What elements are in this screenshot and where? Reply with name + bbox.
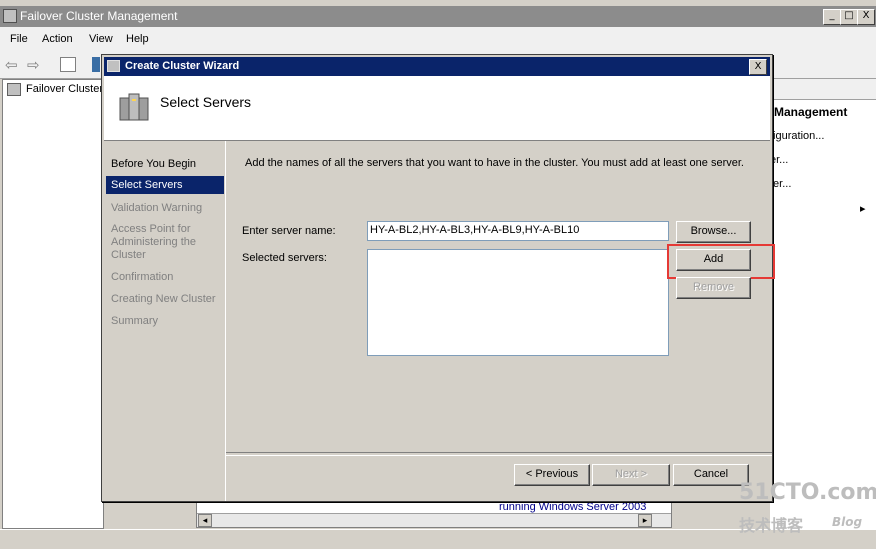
create-cluster-wizard: Create Cluster Wizard X Select Servers B… [101, 54, 775, 502]
selected-servers-list[interactable] [367, 249, 669, 356]
scroll-left-icon[interactable]: ◂ [198, 514, 212, 527]
wizard-page-heading: Select Servers [160, 94, 252, 110]
server-name-label: Enter server name: [242, 225, 336, 237]
tree-item-failover-cluster[interactable]: Failover Cluster [26, 83, 103, 95]
back-arrow-icon[interactable]: ⇦ [5, 56, 18, 74]
scroll-right-icon[interactable]: ▸ [638, 514, 652, 527]
step-confirmation: Confirmation [111, 271, 174, 283]
previous-button[interactable]: < Previous [514, 464, 590, 486]
wizard-close-button[interactable]: X [749, 59, 767, 75]
action-item-3[interactable]: ter... [770, 178, 791, 190]
center-pane-bottom: running Windows Server 2003 ◂ ▸ [196, 500, 672, 528]
step-access-point: Access Point for Administering the Clust… [111, 223, 196, 261]
horizontal-scrollbar[interactable]: ◂ ▸ [197, 513, 671, 527]
minimize-button[interactable]: _ [823, 9, 841, 25]
toolbar-icon-partial[interactable] [92, 57, 100, 72]
cluster-tree-icon [7, 83, 21, 96]
step-select-servers[interactable]: Select Servers [106, 176, 224, 194]
step-summary: Summary [111, 315, 159, 327]
main-window-title: Failover Cluster Management [20, 9, 178, 23]
selected-servers-label: Selected servers: [242, 252, 327, 264]
server-name-input[interactable]: HY-A-BL2,HY-A-BL3,HY-A-BL9,HY-A-BL10 [367, 221, 669, 241]
actions-pane-header-strip [770, 79, 876, 100]
menu-file[interactable]: File [10, 33, 28, 45]
next-button[interactable]: Next > [592, 464, 670, 486]
step-before-you-begin[interactable]: Before You Begin [106, 158, 224, 171]
cancel-button[interactable]: Cancel [673, 464, 749, 486]
maximize-button[interactable]: □ [840, 9, 858, 25]
add-button-highlight [667, 244, 775, 279]
watermark-blog: Blog [832, 515, 863, 529]
action-configuration[interactable]: figuration... [770, 130, 824, 142]
actions-header: Management [774, 105, 848, 119]
servers-icon [118, 90, 150, 124]
forward-arrow-icon[interactable]: ⇨ [27, 56, 40, 74]
console-tree: Failover Cluster [2, 79, 104, 529]
cluster-app-icon [3, 9, 17, 23]
main-title-bar: Failover Cluster Management _ □ X [0, 6, 876, 27]
browse-button[interactable]: Browse... [676, 221, 751, 243]
menu-action[interactable]: Action [42, 33, 73, 45]
footer-separator [226, 452, 772, 456]
watermark-tech-blog: 技术博客 [739, 516, 804, 535]
wizard-title-icon [107, 60, 120, 72]
center-pane-text: running Windows Server 2003 [499, 501, 647, 513]
submenu-arrow-icon[interactable]: ▸ [860, 202, 866, 215]
menu-bar: File Action View Help [0, 27, 876, 51]
wizard-title-bar: Create Cluster Wizard X [104, 57, 770, 76]
wizard-header: Select Servers [104, 76, 770, 141]
close-window-button[interactable]: X [857, 9, 875, 25]
wizard-steps-nav: Before You Begin Select Servers Validati… [104, 141, 224, 481]
menu-view[interactable]: View [89, 33, 113, 45]
watermark-51cto: 51CTO.com [739, 480, 876, 505]
remove-button[interactable]: Remove [676, 277, 751, 299]
step-validation-warning: Validation Warning [111, 202, 203, 214]
actions-pane: Management figuration... er... ter... ▸ [770, 100, 876, 530]
wizard-title: Create Cluster Wizard [125, 60, 240, 72]
wizard-content: Add the names of all the servers that yo… [225, 141, 775, 501]
menu-help[interactable]: Help [126, 33, 149, 45]
show-hide-console-tree-icon[interactable] [60, 57, 76, 72]
step-creating-new-cluster: Creating New Cluster [111, 293, 216, 305]
instruction-text: Add the names of all the servers that yo… [245, 157, 744, 169]
